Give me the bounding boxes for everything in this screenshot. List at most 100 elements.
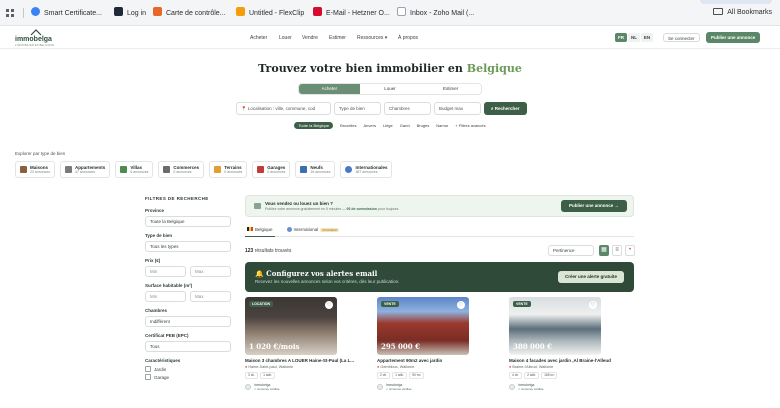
create-alert-button[interactable]: Créer une alerte gratuite	[557, 271, 624, 283]
feature-bedrooms: 2 ch.	[377, 372, 391, 379]
smart-certificate-favicon-icon	[31, 7, 40, 16]
listing-features: 3 ch. 1 sdb.	[245, 372, 337, 379]
city-bruges[interactable]: Bruges	[417, 122, 430, 129]
seller-title: Vous vendez ou louez un bien ?	[265, 201, 333, 206]
checkbox[interactable]	[145, 374, 151, 380]
feature-jardin-checkbox[interactable]: Jardin	[145, 366, 231, 372]
nav-acheter[interactable]: Acheter	[250, 35, 267, 41]
checkbox[interactable]	[145, 366, 151, 372]
listing-photo[interactable]: VENTE ♡ 295 000 €	[377, 297, 469, 355]
favorite-heart-icon[interactable]: ♡	[589, 301, 597, 309]
type-appartements[interactable]: Appartements 47 annonces	[60, 161, 111, 178]
features-label: Caractéristiques	[145, 358, 181, 363]
tab-international[interactable]: International NOUVEAU	[285, 225, 342, 237]
language-switcher: FR NL EN	[615, 33, 653, 42]
price-min-input[interactable]: Min	[145, 266, 186, 277]
listing-photo[interactable]: LOCATION ♡ 1 020 €/mois	[245, 297, 337, 355]
listing-card[interactable]: VENTE ♡ 295 000 € Appartement 90m2 avec …	[377, 297, 469, 391]
search-button[interactable]: ⌕ Rechercher	[484, 102, 527, 115]
surface-min-input[interactable]: Min	[145, 291, 186, 302]
peb-select[interactable]: Tous	[145, 341, 231, 352]
city-all-belgium[interactable]: Toute la Belgique	[294, 122, 334, 129]
listing-location: ● Haine-Saint-paul, Wallonie	[245, 365, 294, 369]
type-commerces[interactable]: Commerces 0 annonces	[158, 161, 205, 178]
price-max-input[interactable]: Max	[190, 266, 231, 277]
tab-louer[interactable]: Louer	[359, 84, 421, 94]
favorite-heart-icon[interactable]: ♡	[457, 301, 465, 309]
nav-vendre[interactable]: Vendre	[302, 35, 318, 41]
budget-select[interactable]: Budget max	[434, 102, 481, 115]
tab-belgique[interactable]: Belgique	[245, 225, 275, 237]
zoho-favicon-icon	[397, 7, 406, 16]
bookmark-3[interactable]: Untitled - FlexClip	[236, 7, 304, 19]
listing-title[interactable]: Maison 3 chambres A LOUER Haine-St-Paul …	[245, 358, 375, 363]
tab-acheter[interactable]: Acheter	[299, 84, 360, 94]
all-bookmarks[interactable]: All Bookmarks	[713, 7, 772, 19]
province-select[interactable]: Toute la Belgique	[145, 216, 231, 227]
site-header: immobelga L'IMMOBILIER EN BELGIQUE Achet…	[0, 27, 780, 49]
sort-select[interactable]: Pertinence	[548, 245, 594, 256]
listing-location: ● Gembloux, Wallonie	[377, 365, 415, 369]
nav-louer[interactable]: Louer	[279, 35, 292, 41]
type-internationales[interactable]: Internationales 387 annonces	[340, 161, 393, 178]
nav-ressources[interactable]: Ressources ▾	[357, 35, 387, 41]
peb-label: Certificat PEB (EPC)	[145, 333, 189, 338]
type-villas[interactable]: Villas 6 annonces	[115, 161, 154, 178]
city-liege[interactable]: Liège	[383, 122, 393, 129]
feature-surface: 165 m²	[541, 372, 558, 379]
location-input[interactable]: 📍 Localisation : ville, commune, cod	[236, 102, 331, 115]
seller-text: Publiez votre annonce gratuitement en 5 …	[265, 207, 400, 211]
listing-photo[interactable]: VENTE ♡ 380 000 €	[509, 297, 601, 355]
lang-nl[interactable]: NL	[628, 33, 640, 42]
lang-fr[interactable]: FR	[615, 33, 627, 42]
type-select[interactable]: Type de bien	[334, 102, 381, 115]
results-count: 123 résultats trouvés	[245, 248, 292, 254]
listing-location: ● Braine-l'Alleud, Wallonie	[509, 365, 554, 369]
nav-a-propos[interactable]: À propos	[398, 35, 418, 41]
grid-view-icon[interactable]: ▦	[599, 245, 609, 256]
rooms-select[interactable]: Chambres	[384, 102, 431, 115]
bookmark-4[interactable]: E-Mail - Hetzner O...	[313, 7, 390, 19]
type-filter-select[interactable]: Tous les types	[145, 241, 231, 252]
listing-badge: LOCATION	[249, 301, 274, 307]
apps-grid-icon[interactable]	[6, 9, 15, 18]
type-terrains[interactable]: Terrains 0 annonces	[209, 161, 248, 178]
seller-publish-button[interactable]: Publier une annonce →	[560, 200, 627, 212]
land-icon	[214, 166, 222, 173]
favorite-heart-icon[interactable]: ♡	[325, 301, 333, 309]
city-bruxelles[interactable]: Bruxelles	[340, 122, 356, 129]
publish-listing-button[interactable]: Publier une annonce	[706, 32, 761, 43]
listing-title[interactable]: Appartement 90m2 avec jardin	[377, 358, 507, 363]
listing-card[interactable]: VENTE ♡ 380 000 € Maison 4 facades avec …	[509, 297, 611, 391]
logo-text: immobelga	[15, 36, 52, 43]
bookmark-0[interactable]: Smart Certificate...	[31, 7, 102, 19]
type-maisons[interactable]: Maisons 23 annonces	[15, 161, 56, 178]
city-gand[interactable]: Gand	[400, 122, 410, 129]
city-namur[interactable]: Namur	[436, 122, 448, 129]
bookmark-1[interactable]: Log in	[114, 7, 146, 19]
city-anvers[interactable]: Anvers	[364, 122, 376, 129]
type-neufs[interactable]: Neufs 16 annonces	[295, 161, 336, 178]
nav-estimer[interactable]: Estimer	[329, 35, 346, 41]
hetzner-favicon-icon	[313, 7, 322, 16]
villa-icon	[120, 166, 128, 173]
map-view-icon[interactable]: •	[625, 245, 635, 256]
advanced-filters-link[interactable]: + Filtres avancés	[455, 122, 485, 129]
lang-en[interactable]: EN	[641, 33, 653, 42]
feature-garage-checkbox[interactable]: Garage	[145, 374, 231, 380]
bookmark-5[interactable]: Inbox - Zoho Mail (...	[397, 7, 474, 19]
surface-max-input[interactable]: Max	[190, 291, 231, 302]
listing-title[interactable]: Maison 4 facades avec jardin ,Al Braine-…	[509, 358, 639, 363]
garage-icon	[257, 166, 265, 173]
immobelga-logo[interactable]: immobelga L'IMMOBILIER EN BELGIQUE	[15, 29, 59, 47]
login-button[interactable]: Se connecter	[663, 33, 700, 42]
bookmark-2[interactable]: Carte de contrôle...	[153, 7, 226, 19]
listing-card[interactable]: LOCATION ♡ 1 020 €/mois Maison 3 chambre…	[245, 297, 354, 391]
logo-tagline: L'IMMOBILIER EN BELGIQUE	[15, 44, 55, 47]
feature-bathrooms: 1 sdb.	[260, 372, 276, 379]
list-view-icon[interactable]: ≡	[612, 245, 622, 256]
tab-estimer[interactable]: Estimer	[420, 84, 481, 94]
rooms-filter-select[interactable]: Indifférent	[145, 316, 231, 327]
profile-pill[interactable]	[700, 0, 772, 4]
type-garages[interactable]: Garages 0 annonces	[252, 161, 291, 178]
